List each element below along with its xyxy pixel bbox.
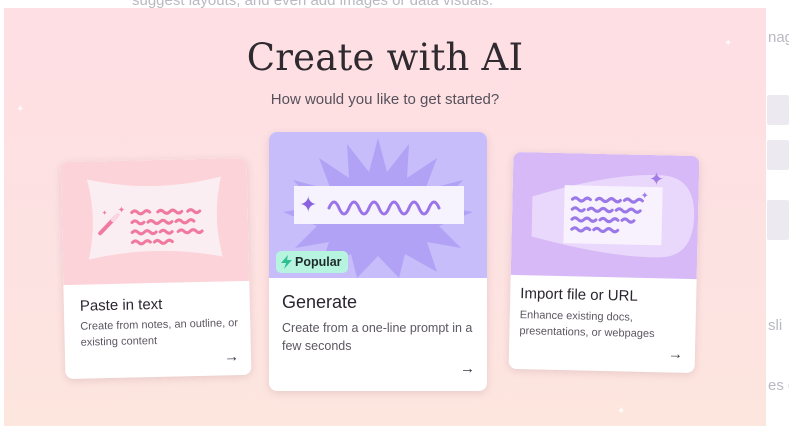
import-file-card[interactable]: ✦ ✦ Import file or URL Enhance existing … bbox=[508, 151, 700, 374]
background-slide-thumbnail bbox=[767, 95, 789, 125]
card-description: Enhance existing docs, presentations, or… bbox=[519, 309, 655, 341]
sparkle-icon: ✦ bbox=[649, 169, 665, 190]
background-slide-thumbnail bbox=[767, 200, 789, 240]
arrow-right-icon: → bbox=[460, 360, 475, 377]
sparkle-icon: ✦ bbox=[299, 193, 317, 218]
card-title: Import file or URL bbox=[520, 285, 638, 305]
modal-subtitle: How would you like to get started? bbox=[270, 91, 500, 108]
sparkle-decoration-icon: ✦ bbox=[617, 406, 626, 417]
paste-in-text-card[interactable]: ✦ ✦ Paste in text Create from notes, an … bbox=[60, 157, 252, 380]
card-description: Create from a one-line prompt in a few s… bbox=[282, 321, 473, 354]
modal-title: Create with AI bbox=[246, 36, 524, 79]
background-fragment: es c bbox=[768, 377, 789, 394]
paste-in-text-illustration: ✦ ✦ bbox=[60, 157, 250, 286]
background-fragment: sli bbox=[768, 317, 783, 334]
background-slide-thumbnail bbox=[767, 140, 789, 170]
background-fragment: nag bbox=[768, 29, 789, 46]
popular-badge: Popular bbox=[276, 251, 348, 273]
svg-text:✦: ✦ bbox=[118, 206, 126, 216]
svg-text:✦: ✦ bbox=[102, 209, 108, 217]
card-title: Paste in text bbox=[79, 295, 163, 315]
arrow-right-icon: → bbox=[223, 348, 240, 366]
card-title: Generate bbox=[282, 292, 358, 312]
import-file-illustration: ✦ ✦ bbox=[510, 151, 700, 280]
card-description: Create from notes, an outline, or existi… bbox=[80, 317, 239, 349]
lightning-icon bbox=[281, 255, 292, 269]
arrow-right-icon: → bbox=[667, 345, 684, 363]
generate-card[interactable]: ✦ Popular Generate Create from a one-lin… bbox=[269, 132, 487, 391]
create-with-ai-modal: ✦ ✦ ✦ Create with AI How would you like … bbox=[4, 8, 766, 426]
svg-text:✦: ✦ bbox=[640, 191, 649, 202]
popular-badge-label: Popular bbox=[295, 255, 342, 269]
